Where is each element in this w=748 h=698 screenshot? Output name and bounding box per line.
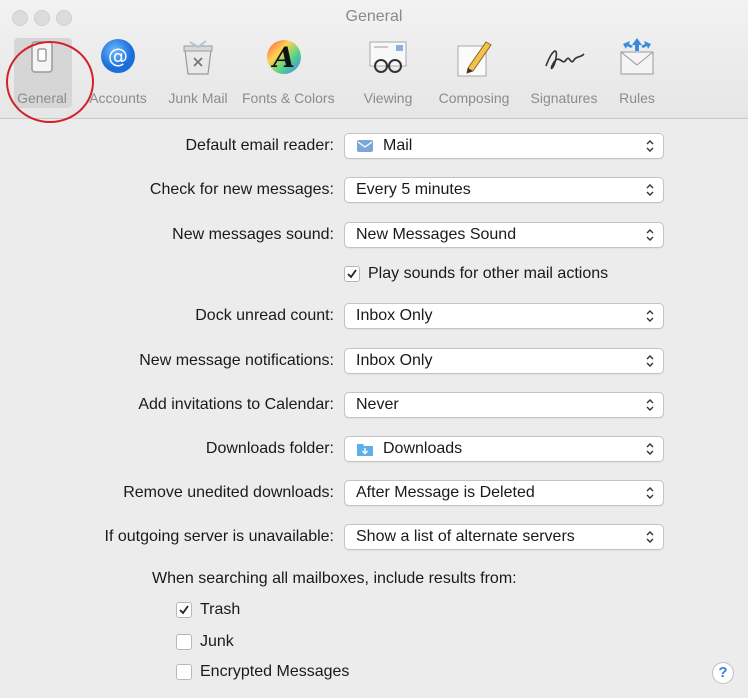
search-junk-row[interactable]: Junk <box>176 631 376 655</box>
tab-viewing-label: Viewing <box>363 90 413 106</box>
downloads-folder-row: Downloads folder: Downloads <box>0 434 748 464</box>
invitations-row: Add invitations to Calendar: Never <box>0 390 748 420</box>
tab-fonts-colors[interactable]: A Fonts & Colors <box>242 30 335 110</box>
check-messages-row: Check for new messages: Every 5 minutes <box>0 175 748 205</box>
play-sounds-checkbox[interactable] <box>344 266 360 282</box>
help-button[interactable]: ? <box>712 662 734 684</box>
tab-signatures-label: Signatures <box>530 90 598 106</box>
remove-downloads-row: Remove unedited downloads: After Message… <box>0 478 748 508</box>
rules-envelope-icon <box>615 36 659 80</box>
check-messages-value: Every 5 minutes <box>356 181 471 198</box>
search-trash-label: Trash <box>200 601 241 618</box>
chevron-updown-icon <box>645 353 655 369</box>
messages-sound-popup[interactable]: New Messages Sound <box>344 222 664 248</box>
check-messages-label: Check for new messages: <box>149 181 334 198</box>
svg-text:A: A <box>270 41 295 74</box>
notifications-value: Inbox Only <box>356 352 433 369</box>
tab-junk-mail[interactable]: Junk Mail <box>168 30 228 110</box>
chevron-updown-icon <box>645 485 655 501</box>
search-trash-row[interactable]: Trash <box>176 599 376 623</box>
messages-sound-row: New messages sound: New Messages Sound <box>0 220 748 250</box>
outgoing-server-label: If outgoing server is unavailable: <box>104 528 334 545</box>
downloads-folder-value: Downloads <box>383 440 463 457</box>
default-reader-popup[interactable]: Mail <box>344 133 664 159</box>
chevron-updown-icon <box>645 182 655 198</box>
notifications-label: New message notifications: <box>139 352 334 369</box>
glasses-icon <box>366 36 410 80</box>
remove-downloads-value: After Message is Deleted <box>356 484 535 501</box>
notifications-row: New message notifications: Inbox Only <box>0 346 748 376</box>
tab-junk-mail-label: Junk Mail <box>168 90 228 106</box>
preferences-toolbar: General @ Accounts Junk Mail A Fonts & C… <box>0 30 748 110</box>
tab-accounts[interactable]: @ Accounts <box>89 30 147 110</box>
dock-unread-popup[interactable]: Inbox Only <box>344 303 664 329</box>
mail-app-icon <box>356 138 374 154</box>
remove-downloads-popup[interactable]: After Message is Deleted <box>344 480 664 506</box>
junk-bin-icon <box>176 36 220 80</box>
chevron-updown-icon <box>645 227 655 243</box>
chevron-updown-icon <box>645 138 655 154</box>
search-encrypted-row[interactable]: Encrypted Messages <box>176 661 416 685</box>
tab-viewing[interactable]: Viewing <box>364 30 412 110</box>
notifications-popup[interactable]: Inbox Only <box>344 348 664 374</box>
search-trash-checkbox[interactable] <box>176 602 192 618</box>
outgoing-server-value: Show a list of alternate servers <box>356 528 575 545</box>
signature-icon <box>542 36 586 80</box>
outgoing-server-row: If outgoing server is unavailable: Show … <box>0 522 748 552</box>
play-sounds-checkbox-row[interactable]: Play sounds for other mail actions <box>344 263 664 287</box>
search-results-heading: When searching all mailboxes, include re… <box>152 570 517 587</box>
chevron-updown-icon <box>645 441 655 457</box>
window-titlebar: General General @ Accounts Junk Mail A F… <box>0 0 748 123</box>
chevron-updown-icon <box>645 308 655 324</box>
tab-fonts-colors-label: Fonts & Colors <box>242 90 335 106</box>
play-sounds-label: Play sounds for other mail actions <box>368 265 609 282</box>
window-title: General <box>345 8 403 25</box>
tab-composing[interactable]: Composing <box>439 30 509 110</box>
outgoing-server-popup[interactable]: Show a list of alternate servers <box>344 524 664 550</box>
default-reader-row: Default email reader: Mail <box>0 131 748 161</box>
tab-composing-label: Composing <box>438 90 510 106</box>
downloads-folder-label: Downloads folder: <box>205 440 334 457</box>
invitations-value: Never <box>356 396 399 413</box>
tab-signatures[interactable]: Signatures <box>531 30 597 110</box>
invitations-label: Add invitations to Calendar: <box>138 396 334 413</box>
search-encrypted-label: Encrypted Messages <box>200 663 350 680</box>
downloads-folder-popup[interactable]: Downloads <box>344 436 664 462</box>
dock-unread-value: Inbox Only <box>356 307 433 324</box>
default-reader-label: Default email reader: <box>185 137 334 154</box>
font-color-icon: A <box>262 36 306 80</box>
chevron-updown-icon <box>645 529 655 545</box>
default-reader-value: Mail <box>383 137 413 154</box>
at-sign-icon: @ <box>96 36 140 80</box>
messages-sound-label: New messages sound: <box>172 226 334 243</box>
tab-rules[interactable]: Rules <box>615 30 659 110</box>
messages-sound-value: New Messages Sound <box>356 226 517 243</box>
invitations-popup[interactable]: Never <box>344 392 664 418</box>
tab-rules-label: Rules <box>619 90 655 106</box>
search-junk-label: Junk <box>200 633 234 650</box>
check-messages-popup[interactable]: Every 5 minutes <box>344 177 664 203</box>
downloads-folder-icon <box>356 441 374 457</box>
general-tab-annotation-circle <box>6 41 94 123</box>
dock-unread-label: Dock unread count: <box>195 307 334 324</box>
pencil-paper-icon <box>452 36 496 80</box>
dock-unread-row: Dock unread count: Inbox Only <box>0 301 748 331</box>
remove-downloads-label: Remove unedited downloads: <box>123 484 334 501</box>
svg-text:@: @ <box>108 44 128 68</box>
search-encrypted-checkbox[interactable] <box>176 664 192 680</box>
chevron-updown-icon <box>645 397 655 413</box>
search-junk-checkbox[interactable] <box>176 634 192 650</box>
